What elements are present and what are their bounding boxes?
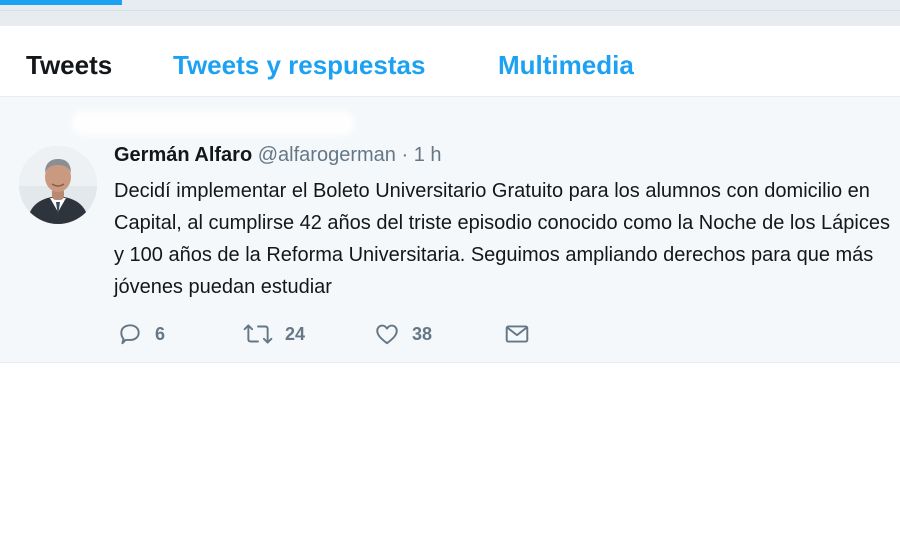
tab-media[interactable]: Multimedia [498, 50, 634, 81]
tab-tweets-and-replies[interactable]: Tweets y respuestas [173, 50, 425, 81]
tweet-timestamp[interactable]: 1 h [414, 144, 442, 166]
header-separator: · [401, 144, 409, 166]
blurred-smudge [72, 111, 354, 135]
reply-icon [120, 324, 140, 345]
tweet-header: Germán Alfaro @alfarogerman · 1 h [114, 144, 442, 167]
like-count: 38 [412, 323, 433, 344]
retweet-icon [243, 324, 273, 344]
like-button[interactable]: 38 [374, 319, 432, 349]
tweet-text: Decidí implementar el Boleto Universitar… [114, 180, 890, 298]
top-strip [0, 0, 900, 26]
author-name[interactable]: Germán Alfaro [114, 144, 252, 166]
retweet-count: 24 [285, 323, 306, 344]
author-handle[interactable]: @alfarogerman [258, 144, 396, 166]
tab-tweets[interactable]: Tweets [26, 50, 112, 81]
reply-count: 6 [155, 323, 166, 344]
reply-button[interactable]: 6 [117, 319, 165, 349]
heart-icon [376, 324, 398, 345]
avatar-image [19, 146, 97, 224]
tweet[interactable]: Germán Alfaro @alfarogerman · 1 h Decidí… [0, 97, 900, 363]
loading-progress-bar [0, 0, 122, 5]
profile-tabs: Tweets Tweets y respuestas Multimedia [0, 26, 900, 97]
direct-message-button[interactable] [504, 319, 530, 349]
top-divider [0, 10, 900, 11]
retweet-button[interactable]: 24 [243, 319, 305, 349]
envelope-icon [505, 325, 529, 343]
avatar[interactable] [19, 146, 97, 224]
